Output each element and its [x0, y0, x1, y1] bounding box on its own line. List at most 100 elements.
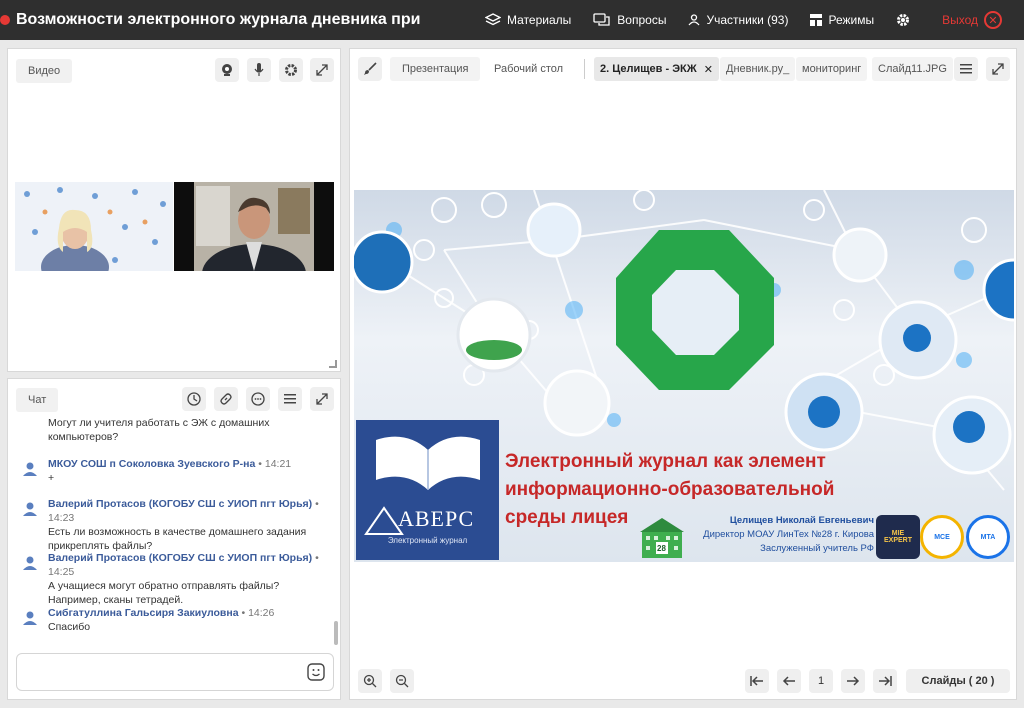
- video-frame-2: [174, 182, 334, 271]
- skip-forward-icon: [879, 676, 892, 686]
- tabs-menu-button[interactable]: [954, 57, 978, 81]
- participant-video-2[interactable]: [174, 182, 334, 271]
- arrow-right-icon: [847, 676, 860, 686]
- expand-icon: [992, 63, 1004, 75]
- chat-message: Могут ли учителя работать с ЭЖ с домашни…: [20, 416, 326, 444]
- user-avatar-icon: [23, 556, 37, 570]
- slide-author-title: Заслуженный учитель РФ: [760, 543, 874, 554]
- chat-panel: Чат Могут ли учителя работать с ЭЖ с дом…: [7, 378, 341, 700]
- video-tab[interactable]: Видео: [16, 59, 73, 83]
- chat-messages: Могут ли учителя работать с ЭЖ с домашни…: [8, 411, 330, 646]
- mce-badge: MCE: [920, 515, 964, 559]
- exit-button[interactable]: Выход ✕: [942, 11, 1002, 29]
- message-author[interactable]: Валерий Протасов (КОГОБУ СШ с УИОП пгт Ю…: [48, 552, 312, 564]
- message-time: 14:26: [248, 607, 275, 619]
- settings-button[interactable]: [896, 13, 916, 27]
- slide-title-line: Электронный журнал как элемент: [505, 451, 826, 472]
- questions-button[interactable]: Вопросы: [593, 13, 666, 27]
- tab-active-document[interactable]: 2. Целищев - ЭКЖ ✕: [594, 57, 719, 81]
- message-author[interactable]: МКОУ СОШ п Соколовка Зуевского Р-на: [48, 458, 255, 470]
- top-bar: Возможности электронного журнала дневник…: [0, 0, 1024, 40]
- chat-link-button[interactable]: [214, 387, 238, 411]
- message-time: 14:23: [48, 512, 75, 524]
- tab-monitoring[interactable]: мониторинг: [796, 57, 868, 81]
- user-avatar-icon: [23, 611, 37, 625]
- questions-label: Вопросы: [617, 13, 667, 27]
- menu-icon: [960, 64, 972, 74]
- video-settings-button[interactable]: [279, 58, 303, 82]
- chat-bubble-button[interactable]: [246, 387, 270, 411]
- participants-label: Участники (93): [706, 13, 789, 27]
- current-page[interactable]: 1: [809, 669, 833, 693]
- expand-icon: [316, 393, 328, 405]
- avers-logo-name: АВЕРС: [398, 506, 475, 531]
- draw-tool-button[interactable]: [358, 57, 382, 81]
- chat-history-button[interactable]: [182, 387, 206, 411]
- chat-message: Сибгатуллина Гальсиря Закиуловна • 14:26…: [20, 606, 326, 634]
- chat-menu-button[interactable]: [278, 387, 302, 411]
- previous-slide-button[interactable]: [777, 669, 801, 693]
- zoom-out-button[interactable]: [390, 669, 414, 693]
- chat-input[interactable]: [16, 653, 334, 691]
- clock-icon: [187, 392, 201, 406]
- next-slide-button[interactable]: [841, 669, 865, 693]
- user-icon: [688, 14, 700, 26]
- zoom-in-button[interactable]: [358, 669, 382, 693]
- top-nav: Материалы Вопросы Участники (93) Режимы …: [485, 0, 1024, 40]
- message-time: 14:21: [264, 458, 292, 470]
- exit-label: Выход: [942, 13, 978, 27]
- page-title: Возможности электронного журнала дневник…: [16, 11, 421, 28]
- tab-monitoring-label: мониторинг: [802, 63, 862, 75]
- gear-icon: [285, 64, 297, 76]
- chat-scrollbar[interactable]: [334, 621, 338, 645]
- tab-slide11[interactable]: Слайд11.JPG: [872, 57, 953, 81]
- school-building-icon: [640, 518, 684, 558]
- tab-dnevnik[interactable]: Дневник.ру_: [720, 57, 796, 81]
- message-time: 14:25: [48, 566, 75, 578]
- tab-separator: [584, 59, 585, 79]
- message-icon: [251, 392, 265, 406]
- modes-label: Режимы: [828, 13, 875, 27]
- materials-button[interactable]: Материалы: [485, 13, 571, 27]
- message-author[interactable]: Сибгатуллина Гальсиря Закиуловна: [48, 607, 239, 619]
- expand-chat-button[interactable]: [310, 387, 334, 411]
- webcam-icon: [222, 64, 232, 76]
- close-icon[interactable]: ✕: [704, 63, 713, 76]
- school-number: 28: [657, 544, 666, 553]
- slide-title-line: информационно-образовательной: [505, 479, 835, 500]
- first-slide-button[interactable]: [745, 669, 769, 693]
- tab-presentation[interactable]: Презентация: [390, 57, 481, 81]
- slides-count-button[interactable]: Слайды ( 20 ): [906, 669, 1010, 693]
- layers-icon: [485, 13, 502, 26]
- video-frame-1: [15, 182, 173, 271]
- video-resize-handle[interactable]: [329, 360, 337, 368]
- modes-button[interactable]: Режимы: [810, 13, 874, 27]
- last-slide-button[interactable]: [873, 669, 897, 693]
- message-text: Есть ли возможность в качестве домашнего…: [48, 526, 307, 552]
- chat-tab[interactable]: Чат: [16, 388, 59, 412]
- avers-logo: АВЕРС Электронный журнал: [356, 420, 499, 560]
- expand-video-button[interactable]: [310, 58, 334, 82]
- tab-desktop[interactable]: Рабочий стол: [488, 57, 569, 81]
- message-author[interactable]: Валерий Протасов (КОГОБУ СШ с УИОП пгт Ю…: [48, 498, 312, 510]
- message-text: +: [48, 472, 55, 484]
- zoom-out-icon: [395, 674, 409, 688]
- tab-dnevnik-label: Дневник.ру_: [726, 63, 790, 75]
- slide-author-block: Целищев Николай Евгеньевич Директор МОАУ…: [689, 514, 874, 556]
- camera-button[interactable]: [215, 58, 239, 82]
- participants-button[interactable]: Участники (93): [688, 13, 788, 27]
- tab-slide11-label: Слайд11.JPG: [878, 63, 947, 75]
- expand-presentation-button[interactable]: [986, 57, 1010, 81]
- presentation-slide: АВЕРС Электронный журнал Электронный жур…: [354, 190, 1014, 562]
- video-panel: Видео: [7, 48, 341, 372]
- badge-label: MCE: [934, 533, 950, 541]
- close-icon: ✕: [984, 11, 1002, 29]
- badge-label: MIE EXPERT: [883, 530, 912, 544]
- emoji-icon[interactable]: [307, 663, 325, 681]
- skip-back-icon: [750, 676, 763, 686]
- chat-bubbles-icon: [593, 13, 610, 26]
- participant-video-1[interactable]: [15, 182, 173, 271]
- mie-expert-badge: MIE EXPERT: [876, 515, 920, 559]
- brush-icon: [364, 62, 377, 75]
- microphone-button[interactable]: [247, 58, 271, 82]
